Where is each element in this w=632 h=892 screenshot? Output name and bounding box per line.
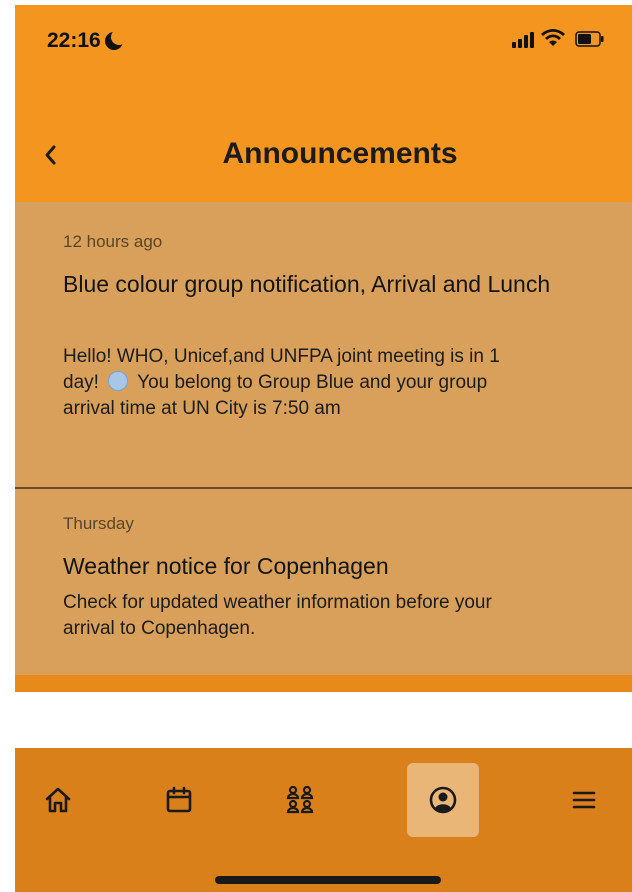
announcement-body: Hello! WHO, Unicef,and UNFPA joint meeti… (63, 344, 503, 422)
announcement-title: Blue colour group notification, Arrival … (63, 271, 551, 297)
calendar-icon (166, 786, 192, 813)
announcement-item[interactable]: 12 hours ago Blue colour group notificat… (15, 202, 632, 487)
tab-groups[interactable] (264, 763, 336, 837)
home-icon (45, 787, 71, 813)
back-button[interactable] (40, 140, 60, 170)
groups-icon (286, 785, 314, 814)
announcement-timestamp: 12 hours ago (63, 232, 163, 251)
profile-icon (429, 786, 457, 814)
time-text: 22:16 (47, 29, 101, 52)
chevron-left-icon (45, 145, 56, 165)
tab-calendar[interactable] (143, 763, 215, 837)
divider (15, 487, 632, 489)
battery-icon (575, 31, 604, 47)
list-bottom-edge (15, 675, 632, 692)
tab-profile[interactable] (407, 763, 479, 837)
announcement-list: 12 hours ago Blue colour group notificat… (15, 202, 632, 692)
announcement-timestamp: Thursday (63, 514, 134, 533)
status-time: 22:16 (47, 29, 127, 53)
home-indicator[interactable] (215, 876, 441, 884)
menu-icon (572, 791, 596, 809)
globe-icon (108, 371, 129, 391)
wifi-icon (541, 29, 565, 46)
moon-icon (104, 29, 127, 50)
page-title: Announcements (222, 137, 458, 170)
signal-icon (512, 30, 534, 48)
tab-menu[interactable] (548, 763, 620, 837)
tab-home[interactable] (22, 763, 94, 837)
announcement-item[interactable]: Thursday Weather notice for Copenhagen C… (15, 497, 632, 672)
announcement-title: Weather notice for Copenhagen (63, 553, 389, 579)
announcement-body: Check for updated weather information be… (63, 592, 492, 639)
